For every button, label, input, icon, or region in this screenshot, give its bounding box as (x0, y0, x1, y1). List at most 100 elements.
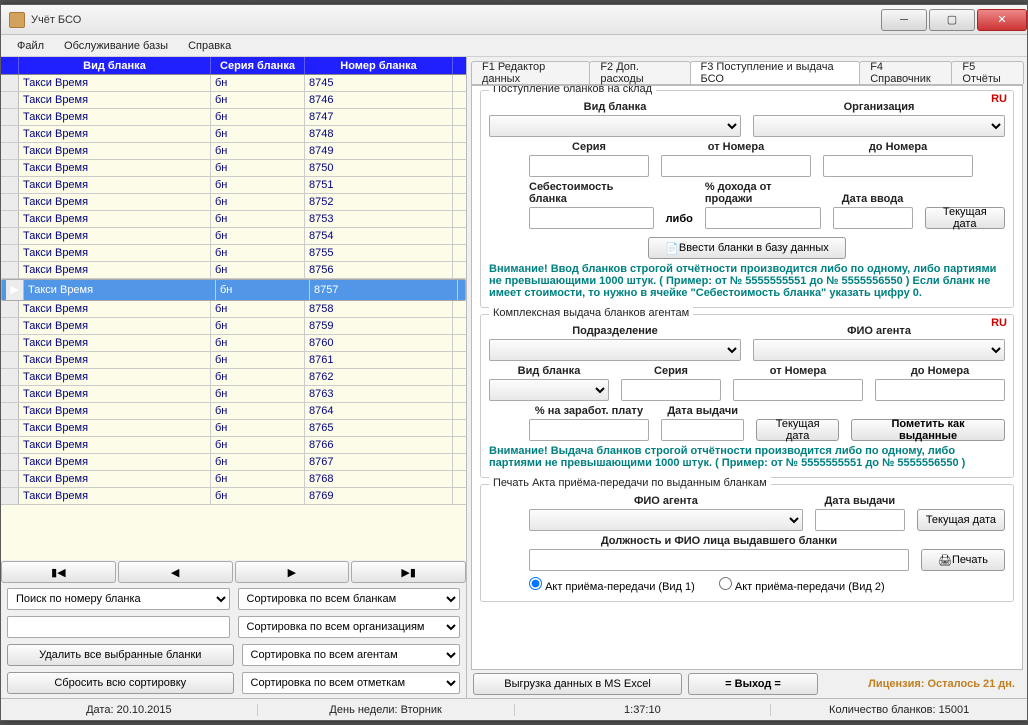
search-input[interactable] (7, 616, 230, 638)
col-kind[interactable]: Вид бланка (19, 57, 211, 74)
group-receipt: Поступление бланков на склад RU Вид блан… (480, 90, 1014, 308)
series-input-1[interactable] (529, 155, 649, 177)
tab-reference[interactable]: F4 Справочник (859, 61, 952, 84)
nav-prev[interactable]: ◀ (118, 561, 233, 583)
kind-select-1[interactable] (489, 115, 741, 137)
table-row[interactable]: Такси Времябн8759 (1, 318, 466, 335)
lbl-dept2: Подразделение (572, 325, 658, 337)
table-row[interactable]: Такси Времябн8753 (1, 211, 466, 228)
agent-select-2[interactable] (753, 339, 1005, 361)
nav-next[interactable]: ▶ (235, 561, 350, 583)
table-row[interactable]: Такси Времябн8758 (1, 301, 466, 318)
lbl-series2: Серия (654, 365, 688, 377)
kind-select-2[interactable] (489, 379, 609, 401)
menu-maintenance[interactable]: Обслуживание базы (54, 38, 178, 54)
table-row[interactable]: Такси Времябн8748 (1, 126, 466, 143)
table-row[interactable]: Такси Времябн8767 (1, 454, 466, 471)
data-grid[interactable]: Вид бланка Серия бланка Номер бланка Так… (1, 57, 466, 560)
grid-nav: ▮◀ ◀ ▶ ▶▮ (1, 561, 466, 583)
sort-marks-select[interactable]: Сортировка по всем отметкам (242, 672, 461, 694)
tab-reports[interactable]: F5 Отчёты (951, 61, 1024, 84)
table-row[interactable]: Такси Времябн8750 (1, 160, 466, 177)
tab-expenses[interactable]: F2 Доп. расходы (589, 61, 690, 84)
tab-receipt-issue[interactable]: F3 Поступление и выдача БСО (690, 61, 861, 84)
current-date-btn-1[interactable]: Текущая дата (925, 207, 1005, 229)
search-mode-select[interactable]: Поиск по номеру бланка (7, 588, 230, 610)
table-row[interactable]: Такси Времябн8769 (1, 488, 466, 505)
menu-file[interactable]: Файл (7, 38, 54, 54)
print-button[interactable]: 🖨 Печать (921, 549, 1005, 571)
date-input-2[interactable] (661, 419, 744, 441)
tab-editor[interactable]: F1 Редактор данных (471, 61, 590, 84)
table-row[interactable]: Такси Времябн8746 (1, 92, 466, 109)
group-print: Печать Акта приёма-передачи по выданным … (480, 484, 1014, 602)
from-input-1[interactable] (661, 155, 811, 177)
table-row[interactable]: ▶Такси Времябн8757 (1, 279, 466, 301)
org-select-1[interactable] (753, 115, 1005, 137)
lbl-date3: Дата выдачи (825, 495, 896, 507)
table-row[interactable]: Такси Времябн8756 (1, 262, 466, 279)
export-excel-button[interactable]: Выгрузка данных в MS Excel (473, 673, 682, 695)
current-date-btn-3[interactable]: Текущая дата (917, 509, 1005, 531)
current-date-btn-2[interactable]: Текущая дата (756, 419, 839, 441)
exit-button[interactable]: = Выход = (688, 673, 818, 695)
table-row[interactable]: Такси Времябн8760 (1, 335, 466, 352)
note-2: Внимание! Выдача бланков строгой отчётно… (489, 445, 1005, 469)
table-row[interactable]: Такси Времябн8754 (1, 228, 466, 245)
radio-act-2[interactable]: Акт приёма-передачи (Вид 2) (719, 577, 885, 593)
nav-last[interactable]: ▶▮ (351, 561, 466, 583)
date-input-3[interactable] (815, 509, 905, 531)
sort-blanks-select[interactable]: Сортировка по всем бланкам (238, 588, 461, 610)
maximize-button[interactable]: ▢ (929, 9, 975, 31)
table-row[interactable]: Такси Времябн8764 (1, 403, 466, 420)
delete-selected-button[interactable]: Удалить все выбранные бланки (7, 644, 234, 666)
table-row[interactable]: Такси Времябн8749 (1, 143, 466, 160)
table-row[interactable]: Такси Времябн8765 (1, 420, 466, 437)
enter-blanks-button[interactable]: 📄 Ввести бланки в базу данных (648, 237, 846, 259)
table-row[interactable]: Такси Времябн8766 (1, 437, 466, 454)
dept-select[interactable] (489, 339, 741, 361)
right-pane: F1 Редактор данных F2 Доп. расходы F3 По… (467, 57, 1027, 698)
from-input-2[interactable] (733, 379, 863, 401)
sort-orgs-select[interactable]: Сортировка по всем организациям (238, 616, 461, 638)
to-input-2[interactable] (875, 379, 1005, 401)
close-button[interactable]: ✕ (977, 9, 1027, 31)
group-issue-legend: Комплексная выдача бланков агентам (489, 307, 693, 319)
table-row[interactable]: Такси Времябн8752 (1, 194, 466, 211)
reset-sort-button[interactable]: Сбросить всю сортировку (7, 672, 234, 694)
tabstrip: F1 Редактор данных F2 Доп. расходы F3 По… (471, 61, 1023, 85)
mark-issued-button[interactable]: Пометить как выданные (851, 419, 1005, 441)
status-time: 1:37:10 (514, 704, 771, 716)
cost-input[interactable] (529, 207, 654, 229)
lbl-date2: Дата выдачи (667, 405, 738, 417)
lbl-series1: Серия (572, 141, 606, 153)
sort-agents-select[interactable]: Сортировка по всем агентам (242, 644, 461, 666)
grid-body[interactable]: Такси Времябн8745Такси Времябн8746Такси … (1, 75, 466, 560)
col-series[interactable]: Серия бланка (211, 57, 305, 74)
agent-select-3[interactable] (529, 509, 803, 531)
radio-act-1[interactable]: Акт приёма-передачи (Вид 1) (529, 577, 695, 593)
table-row[interactable]: Такси Времябн8768 (1, 471, 466, 488)
lbl-percent1: % дохода от продажи (705, 181, 821, 205)
table-row[interactable]: Такси Времябн8762 (1, 369, 466, 386)
nav-first[interactable]: ▮◀ (1, 561, 116, 583)
percent-input[interactable] (705, 207, 821, 229)
series-input-2[interactable] (621, 379, 721, 401)
table-row[interactable]: Такси Времябн8751 (1, 177, 466, 194)
col-number[interactable]: Номер бланка (305, 57, 453, 74)
to-input-1[interactable] (823, 155, 973, 177)
bottom-bar: Выгрузка данных в MS Excel = Выход = Лиц… (467, 670, 1027, 698)
position-input[interactable] (529, 549, 909, 571)
menu-help[interactable]: Справка (178, 38, 241, 54)
date-input-1[interactable] (833, 207, 913, 229)
table-row[interactable]: Такси Времябн8745 (1, 75, 466, 92)
group-issue: Комплексная выдача бланков агентам RU По… (480, 314, 1014, 478)
minimize-button[interactable]: ─ (881, 9, 927, 31)
license-label: Лицензия: Осталось 21 дн. (824, 678, 1021, 690)
table-row[interactable]: Такси Времябн8755 (1, 245, 466, 262)
table-row[interactable]: Такси Времябн8761 (1, 352, 466, 369)
titlebar: Учёт БСО ─ ▢ ✕ (1, 5, 1027, 35)
table-row[interactable]: Такси Времябн8763 (1, 386, 466, 403)
table-row[interactable]: Такси Времябн8747 (1, 109, 466, 126)
salary-input[interactable] (529, 419, 649, 441)
